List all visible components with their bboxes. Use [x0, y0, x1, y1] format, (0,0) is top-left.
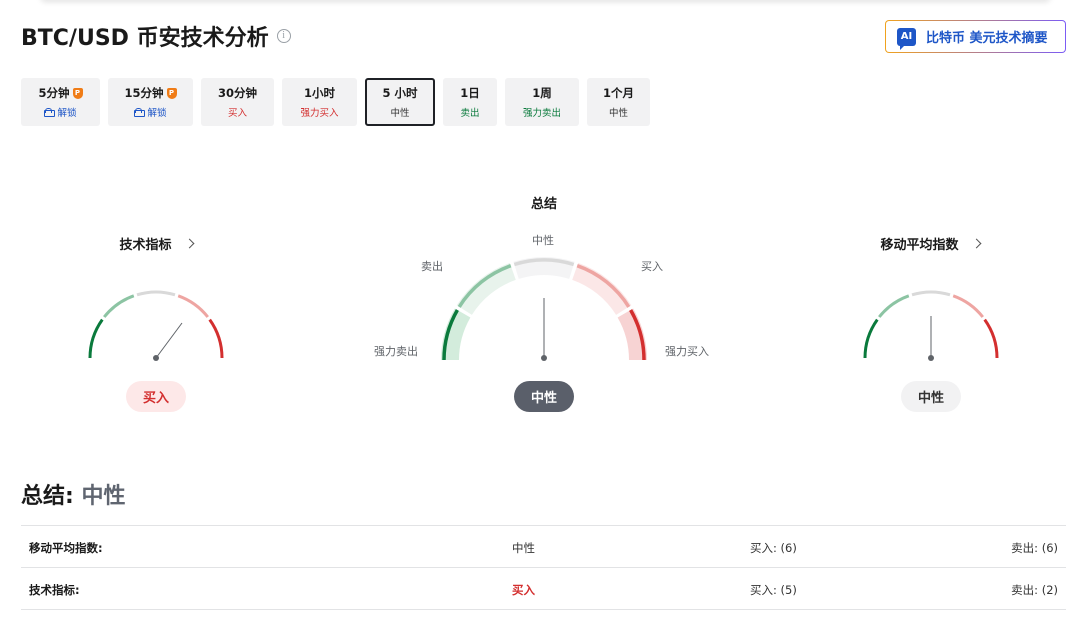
- tab-label: 1日: [460, 86, 480, 100]
- row-buy-count: 买入: (6): [750, 541, 797, 555]
- tab-15min[interactable]: 15分钟 P 解锁: [108, 78, 193, 126]
- tab-signal: 强力买入: [300, 108, 339, 119]
- tab-signal: 解锁: [57, 108, 77, 119]
- ai-summary-label: 比特币 美元技术摘要: [926, 31, 1048, 46]
- gauge-needle: [155, 322, 183, 359]
- tab-5hour[interactable]: 5 小时 中性: [365, 78, 435, 126]
- tab-signal: 中性: [390, 108, 410, 119]
- technical-result-badge: 买入: [126, 381, 186, 412]
- tab-30min[interactable]: 30分钟 买入: [201, 78, 274, 126]
- gauge-needle-pivot: [153, 355, 159, 361]
- tab-label: 5 小时: [382, 86, 418, 100]
- tab-label: 1周: [532, 86, 552, 100]
- pro-icon: P: [72, 87, 83, 99]
- gauge-label-neutral: 中性: [532, 234, 554, 247]
- tab-signal: 强力卖出: [522, 108, 561, 119]
- tab-signal: 中性: [608, 108, 628, 119]
- moving-avg-gauge-title: 移动平均指数: [880, 238, 959, 253]
- ai-summary-button[interactable]: AI 比特币 美元技术摘要: [885, 20, 1066, 53]
- gauge-needle-pivot: [541, 355, 547, 361]
- technical-gauge-link[interactable]: 技术指标: [56, 234, 256, 253]
- tab-label: 15分钟: [124, 86, 164, 100]
- tab-1month[interactable]: 1个月 中性: [587, 78, 650, 126]
- row-name: 移动平均指数:: [29, 541, 103, 555]
- summary-heading-value: 中性: [81, 484, 126, 509]
- table-row: 技术指标: 买入 买入: (5) 卖出: (2): [21, 568, 1066, 610]
- tab-1week[interactable]: 1周 强力卖出: [505, 78, 579, 126]
- tab-label: 1小时: [303, 86, 335, 100]
- moving-avg-gauge: 移动平均指数: [830, 234, 1030, 253]
- info-icon[interactable]: i: [276, 29, 291, 43]
- chevron-right-icon: [184, 238, 194, 249]
- timeframe-tabs: 5分钟 P 解锁 15分钟 P 解锁 30分钟 买入 1小时 强力买入 5 小时 中…: [21, 78, 658, 126]
- summary-gauge-title: 总结: [530, 197, 557, 212]
- gauge-needle-pivot: [928, 355, 934, 361]
- tab-signal: 买入: [227, 108, 247, 119]
- pro-icon: P: [166, 87, 177, 99]
- tab-label: 1个月: [602, 86, 634, 100]
- row-buy-count: 买入: (5): [750, 583, 797, 597]
- summary-heading-label: 总结:: [21, 484, 74, 509]
- lock-icon: [134, 107, 146, 117]
- moving-avg-gauge-link[interactable]: 移动平均指数: [830, 234, 1030, 253]
- summary-result-badge: 中性: [514, 381, 574, 412]
- summary-gauge-dial: [441, 257, 647, 361]
- summary-table: 移动平均指数: 中性 买入: (6) 卖出: (6) 技术指标: 买入 买入: …: [21, 525, 1066, 610]
- tab-1day[interactable]: 1日 卖出: [443, 78, 497, 126]
- technical-gauge-title: 技术指标: [119, 238, 172, 253]
- summary-gauge-title-wrap: 总结: [494, 193, 594, 212]
- page-title: BTC/USD 币安技术分析: [21, 26, 269, 51]
- technical-gauge-dial: [88, 290, 224, 361]
- row-sell-count: 卖出: (2): [1011, 583, 1058, 597]
- moving-avg-result-badge: 中性: [901, 381, 961, 412]
- row-signal: 中性: [512, 541, 535, 555]
- tab-label: 30分钟: [217, 86, 257, 100]
- ai-icon: AI: [897, 27, 916, 50]
- tab-signal: 卖出: [460, 108, 480, 119]
- gauge-label-strong-sell: 强力卖出: [374, 345, 418, 358]
- title-row: BTC/USD 币安技术分析 i: [21, 20, 291, 52]
- row-signal: 买入: [512, 583, 535, 597]
- summary-heading: 总结: 中性: [21, 478, 126, 510]
- gauge-label-strong-buy: 强力买入: [665, 345, 709, 358]
- tab-1hour[interactable]: 1小时 强力买入: [282, 78, 357, 126]
- table-row: 移动平均指数: 中性 买入: (6) 卖出: (6): [21, 526, 1066, 568]
- lock-icon: [44, 107, 56, 117]
- chevron-right-icon: [971, 238, 981, 249]
- row-name: 技术指标:: [29, 583, 80, 597]
- tab-5min[interactable]: 5分钟 P 解锁: [21, 78, 100, 126]
- tab-label: 5分钟: [38, 86, 70, 100]
- row-sell-count: 卖出: (6): [1011, 541, 1058, 555]
- tab-signal: 解锁: [147, 108, 167, 119]
- technical-gauge: 技术指标: [56, 234, 256, 253]
- moving-avg-gauge-dial: [863, 290, 999, 361]
